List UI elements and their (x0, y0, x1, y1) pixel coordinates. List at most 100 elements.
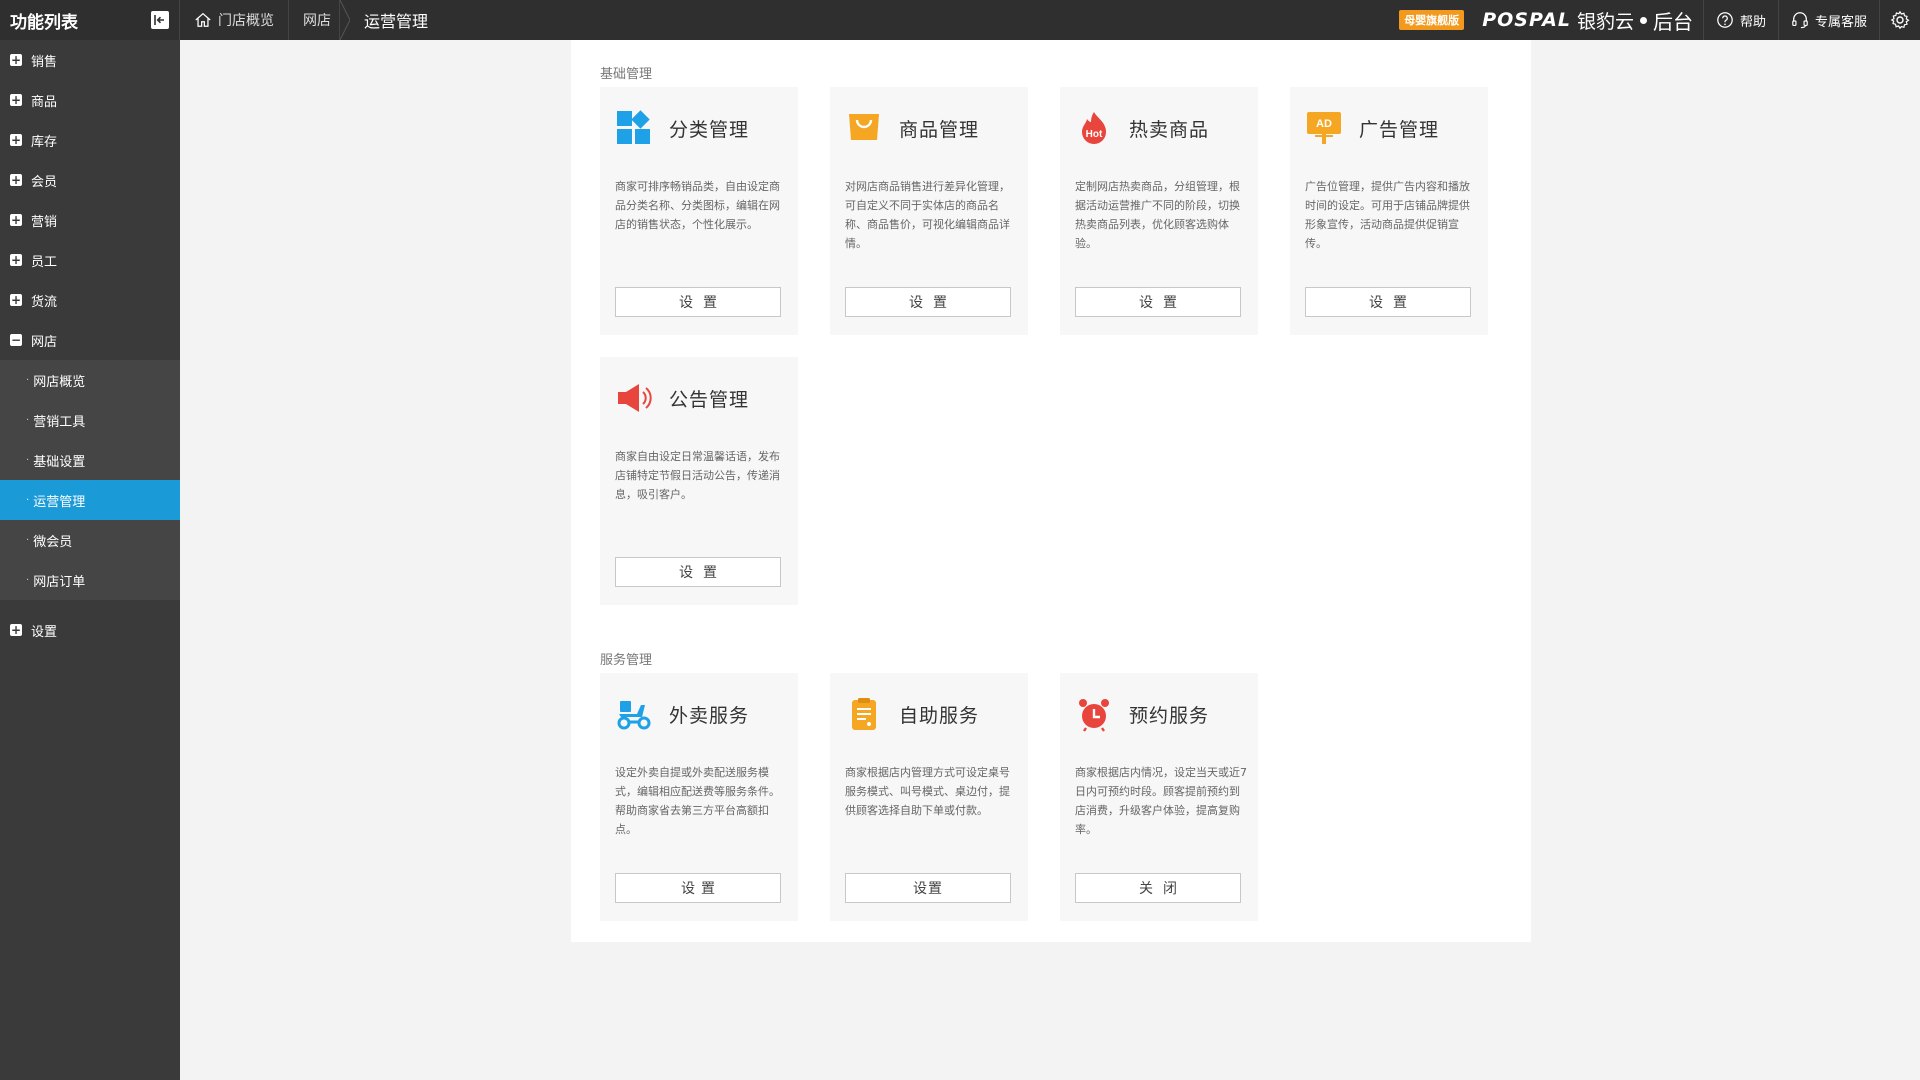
card-title: 分类管理 (669, 118, 750, 141)
sidebar-item-label: 销售 (31, 54, 58, 70)
sidebar-item-staff[interactable]: + 员工 (0, 240, 180, 280)
sidebar-item-label: 货流 (31, 294, 58, 310)
section-title-service: 服务管理 (600, 653, 653, 668)
sidebar-subitem-overview[interactable]: · 网店概览 (0, 360, 180, 400)
announcements-settings-button[interactable]: 设置 (615, 557, 781, 587)
card-description: 定制网店热卖商品，分组管理，根据活动运营推广不同的阶段，切换热卖商品列表，优化顾… (1075, 180, 1240, 250)
sidebar-subitem-label: 营销工具 (33, 414, 86, 430)
sidebar-item-inventory[interactable]: + 库存 (0, 120, 180, 160)
card-category: 分类管理 商家可排序畅销品类，自由设定商品分类名称、分类图标，编辑在网店的销售状… (600, 87, 798, 335)
card-hot-products: Hot 热卖商品 定制网店热卖商品，分组管理，根据活动运营推广不同的阶段，切换热… (1060, 87, 1258, 335)
card-title: 广告管理 (1359, 118, 1440, 141)
plus-icon: + (10, 213, 22, 227)
card-description: 商家可排序畅销品类，自由设定商品分类名称、分类图标，编辑在网店的销售状态，个性化… (615, 180, 780, 231)
card-reservation: 预约服务 商家根据店内情况，设定当天或近7日内可预约时段。顾客提前预约到店消费，… (1060, 673, 1258, 921)
sidebar-subitem-operations[interactable]: · 运营管理 (0, 480, 180, 520)
breadcrumb-current: 运营管理 (350, 0, 442, 40)
minus-icon: − (10, 333, 22, 347)
sidebar-subitem-label: 基础设置 (33, 454, 86, 470)
sidebar-item-members[interactable]: + 会员 (0, 160, 180, 200)
sidebar-item-online-store[interactable]: − 网店 (0, 320, 180, 360)
clipboard-icon (845, 695, 883, 733)
sidebar-subitem-label: 运营管理 (33, 494, 86, 510)
delivery-settings-button[interactable]: 设置 (615, 873, 781, 903)
customer-service-link[interactable]: 专属客服 (1777, 0, 1879, 40)
sidebar-subitem-marketing-tools[interactable]: · 营销工具 (0, 400, 180, 440)
scooter-icon (615, 695, 653, 733)
sidebar-item-sales[interactable]: + 销售 (0, 40, 180, 80)
breadcrumb-separator-icon (340, 0, 350, 40)
section-title-basic: 基础管理 (600, 67, 653, 82)
sidebar-subitem-label: 微会员 (33, 534, 73, 550)
card-ads: AD 广告管理 广告位管理，提供广告内容和播放时间的设定。可用于店铺品牌提供形象… (1290, 87, 1488, 335)
card-title: 公告管理 (669, 388, 750, 411)
brand-suffix: 后台 (1652, 9, 1693, 34)
card-description: 商家自由设定日常温馨话语，发布店铺特定节假日活动公告，传递消息，吸引客户。 (615, 450, 780, 501)
plus-icon: + (10, 53, 22, 67)
content-panel: 基础管理 分类管理 商家可排序畅销品类，自由设定商品分类名称、分类图标，编辑在网… (571, 40, 1531, 942)
category-tiles-icon (615, 109, 653, 147)
top-bar: 功能列表 门店概览 网店 运营管理 母婴旗舰版 POSPAL 银豹云 后台 帮助… (0, 0, 1920, 40)
brand-en: POSPAL (1482, 9, 1571, 31)
settings-link[interactable] (1879, 0, 1920, 40)
sidebar-item-label: 商品 (31, 94, 58, 110)
sidebar-header: 功能列表 (0, 0, 180, 40)
sidebar-item-label: 设置 (31, 624, 58, 640)
sidebar-item-label: 库存 (31, 134, 58, 150)
app-title: 功能列表 (10, 12, 78, 33)
card-title: 热卖商品 (1129, 118, 1210, 141)
plus-icon: + (10, 253, 22, 267)
sidebar-subitem-basic-settings[interactable]: · 基础设置 (0, 440, 180, 480)
sidebar-subitem-micro-member[interactable]: · 微会员 (0, 520, 180, 560)
card-self-service: 自助服务 商家根据店内管理方式可设定桌号服务模式、叫号模式、桌边付，提供顾客选择… (830, 673, 1028, 921)
card-title: 自助服务 (899, 704, 980, 727)
service-label: 专属客服 (1814, 14, 1867, 30)
sidebar-subitem-orders[interactable]: · 网店订单 (0, 560, 180, 600)
sidebar-item-label: 会员 (31, 174, 58, 190)
card-title: 预约服务 (1129, 704, 1210, 727)
online-store-submenu: · 网店概览 · 营销工具 · 基础设置 · 运营管理 · 微会员 · 网店订单 (0, 360, 180, 600)
card-title: 商品管理 (899, 118, 980, 141)
ads-settings-button[interactable]: 设置 (1305, 287, 1471, 317)
sidebar-item-label: 网店 (31, 334, 58, 350)
breadcrumb-level1[interactable]: 网店 (289, 0, 340, 40)
brand-cn: 银豹云 (1576, 10, 1634, 33)
card-announcements: 公告管理 商家自由设定日常温馨话语，发布店铺特定节假日活动公告，传递消息，吸引客… (600, 357, 798, 605)
gear-icon (1890, 10, 1910, 30)
hot-fire-icon: Hot (1075, 109, 1113, 147)
plus-icon: + (10, 93, 22, 107)
sidebar-item-label: 员工 (31, 254, 58, 270)
sidebar-item-logistics[interactable]: + 货流 (0, 280, 180, 320)
breadcrumb-current-label: 运营管理 (364, 12, 429, 31)
brand-dot (1639, 16, 1647, 24)
card-products: 商品管理 对网店商品销售进行差异化管理，可自定义不同于实体店的商品名称、商品售价… (830, 87, 1028, 335)
category-settings-button[interactable]: 设置 (615, 287, 781, 317)
self-service-settings-button[interactable]: 设置 (845, 873, 1011, 903)
plus-icon: + (10, 133, 22, 147)
plus-icon: + (10, 293, 22, 307)
brand-logo: POSPAL 银豹云 后台 (1482, 6, 1693, 35)
svg-text:AD: AD (1316, 118, 1332, 130)
sidebar-subitem-label: 网店订单 (33, 574, 86, 590)
ad-board-icon: AD (1305, 109, 1343, 147)
shopping-bag-icon (845, 109, 883, 147)
products-settings-button[interactable]: 设置 (845, 287, 1011, 317)
help-icon (1717, 12, 1733, 28)
sidebar-item-products[interactable]: + 商品 (0, 80, 180, 120)
help-link[interactable]: 帮助 (1702, 0, 1778, 40)
card-description: 对网店商品销售进行差异化管理，可自定义不同于实体店的商品名称、商品售价，可视化编… (845, 180, 1010, 250)
home-icon (195, 12, 211, 27)
collapse-sidebar-icon[interactable] (151, 11, 169, 29)
card-description: 商家根据店内管理方式可设定桌号服务模式、叫号模式、桌边付，提供顾客选择自助下单或… (845, 766, 1010, 817)
alarm-clock-icon (1075, 695, 1113, 733)
card-description: 商家根据店内情况，设定当天或近7日内可预约时段。顾客提前预约到店消费，升级客户体… (1075, 766, 1247, 836)
sidebar-subitem-label: 网店概览 (33, 374, 86, 390)
breadcrumb-level1-label: 网店 (303, 13, 331, 29)
sidebar-item-marketing[interactable]: + 营销 (0, 200, 180, 240)
reservation-close-button[interactable]: 关闭 (1075, 873, 1241, 903)
svg-text:Hot: Hot (1086, 129, 1103, 140)
breadcrumb-home-label: 门店概览 (218, 13, 274, 29)
sidebar-item-settings[interactable]: + 设置 (0, 610, 180, 650)
hot-products-settings-button[interactable]: 设置 (1075, 287, 1241, 317)
breadcrumb-home[interactable]: 门店概览 (180, 0, 289, 40)
